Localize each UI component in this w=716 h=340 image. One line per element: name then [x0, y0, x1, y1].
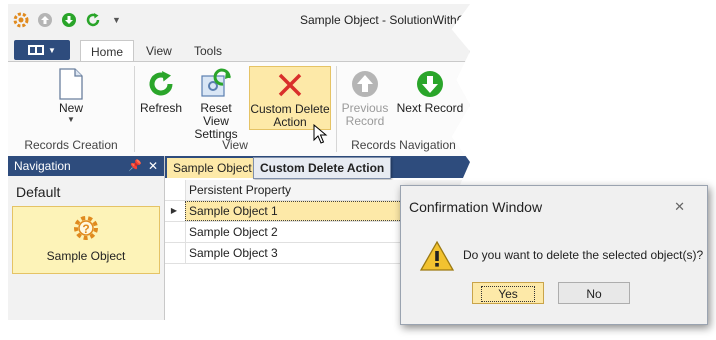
reset-view-settings-button[interactable]: Reset View Settings [187, 66, 245, 141]
app-gear-icon[interactable] [12, 11, 30, 29]
application-menu-button[interactable]: ▼ [14, 40, 70, 60]
dropdown-arrow-icon: ▼ [67, 115, 75, 124]
tooltip: Custom Delete Action [253, 157, 392, 179]
back-icon[interactable] [36, 11, 54, 29]
row-indicator [165, 243, 183, 263]
next-record-button[interactable]: Next Record [395, 66, 465, 115]
tab-tools[interactable]: Tools [184, 40, 232, 62]
mouse-cursor-icon [313, 124, 328, 144]
title-bar: ▼ Sample Object - SolutionWithConfir [8, 4, 470, 36]
yes-button-label: Yes [481, 286, 535, 302]
tab-home[interactable]: Home [80, 40, 135, 63]
application-menu-icon [28, 45, 45, 55]
window-title: Sample Object - SolutionWithConfir [300, 13, 489, 27]
group-label-view: View [222, 138, 248, 152]
nav-item-sample-object[interactable]: ? Sample Object [12, 206, 160, 274]
group-label-records-creation: Records Creation [24, 138, 118, 152]
row-indicator [165, 222, 183, 242]
confirmation-dialog: Confirmation Window ✕ Do you want to del… [400, 185, 708, 325]
current-row-icon: ▶ [170, 206, 178, 215]
group-records-creation: New ▼ Records Creation [8, 62, 134, 156]
close-icon[interactable]: ✕ [148, 156, 158, 176]
warning-icon [419, 240, 455, 271]
document-icon [44, 66, 98, 102]
navigation-header: Navigation 📌 ✕ [8, 156, 164, 176]
document-tab-sample-object[interactable]: Sample Object [167, 158, 258, 178]
new-button-label: New [58, 101, 83, 115]
refresh-icon[interactable] [84, 11, 102, 29]
svg-text:?: ? [82, 222, 89, 236]
refresh-icon [137, 66, 185, 102]
row-indicator [165, 180, 183, 200]
custom-delete-action-button[interactable]: Custom Delete Action [249, 66, 331, 130]
dialog-title: Confirmation Window [409, 199, 543, 215]
document-tab-strip: Sample Object Custom Delete Action [165, 156, 470, 179]
ribbon-tab-row: ▼ Home View Tools [8, 38, 470, 63]
refresh-button-label: Refresh [139, 101, 183, 115]
group-records-navigation: Previous Record Next Record Records Navi… [337, 62, 470, 156]
pin-icon[interactable]: 📌 [128, 156, 142, 176]
previous-record-label: Previous Record [341, 101, 389, 128]
forward-icon[interactable] [60, 11, 78, 29]
nav-item-label: Sample Object [46, 249, 126, 263]
refresh-button[interactable]: Refresh [137, 66, 185, 115]
yes-button[interactable]: Yes [472, 282, 544, 304]
group-view: Refresh Reset View Settings Custom Delet… [135, 62, 335, 156]
down-arrow-icon [395, 66, 465, 102]
reset-settings-icon [187, 66, 245, 102]
navigation-group-default[interactable]: Default [8, 176, 164, 206]
dialog-message: Do you want to delete the selected objec… [463, 248, 704, 262]
ribbon: New ▼ Records Creation Refresh Reset Vie… [8, 61, 470, 157]
close-icon[interactable]: ✕ [674, 199, 685, 215]
navigation-title: Navigation [14, 159, 71, 173]
quick-access-toolbar: ▼ [12, 11, 121, 29]
next-record-label: Next Record [396, 101, 464, 115]
previous-record-button[interactable]: Previous Record [339, 66, 391, 128]
group-label-records-navigation: Records Navigation [351, 138, 456, 152]
navigation-panel: Navigation 📌 ✕ Default ? Sample Object [8, 156, 165, 320]
tab-view[interactable]: View [136, 40, 182, 62]
delete-x-icon [250, 67, 330, 103]
customize-qat-icon[interactable]: ▼ [112, 15, 121, 25]
chevron-down-icon: ▼ [48, 45, 56, 55]
reset-view-settings-label: Reset View Settings [194, 101, 238, 141]
no-button[interactable]: No [558, 282, 630, 304]
new-button[interactable]: New ▼ [44, 66, 98, 124]
up-arrow-icon [339, 66, 391, 102]
gear-question-icon: ? [13, 207, 159, 243]
